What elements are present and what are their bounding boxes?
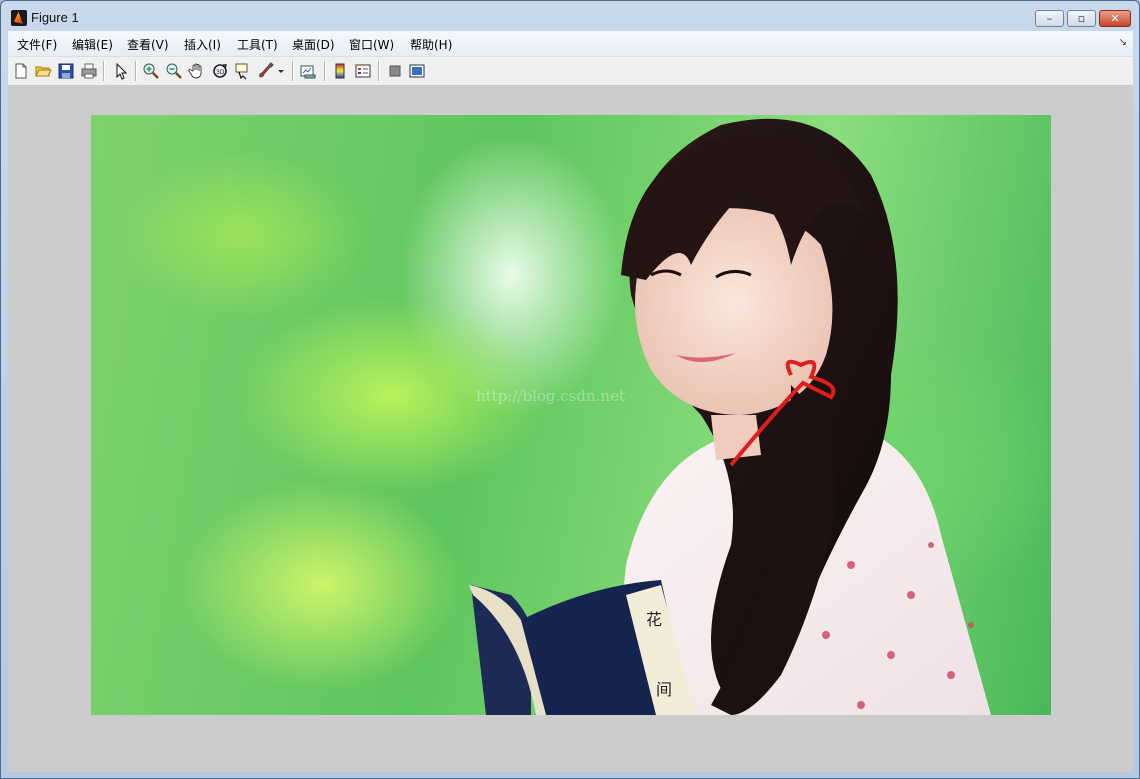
matlab-logo-icon	[11, 10, 27, 26]
toolbar-separator	[103, 61, 105, 81]
brush-dropdown-icon[interactable]	[276, 62, 286, 80]
menu-help[interactable]: 帮助(H)	[410, 36, 452, 53]
toolbar-separator	[135, 61, 137, 81]
client-area: 文件(F) 编辑(E) 查看(V) 插入(I) 工具(T) 桌面(D) 窗口(W…	[8, 31, 1133, 772]
open-file-icon[interactable]	[34, 62, 52, 80]
menu-view[interactable]: 查看(V)	[127, 36, 169, 53]
menu-file[interactable]: 文件(F)	[17, 36, 57, 53]
zoom-in-icon[interactable]	[142, 62, 160, 80]
toolbar-separator	[292, 61, 294, 81]
zoom-out-icon[interactable]	[165, 62, 183, 80]
maximize-button[interactable]: ▫	[1067, 10, 1096, 27]
new-figure-icon[interactable]	[12, 62, 30, 80]
legend-icon[interactable]	[354, 62, 372, 80]
menu-insert[interactable]: 插入(I)	[184, 36, 221, 53]
dock-arrow-icon[interactable]: ↘	[1119, 37, 1127, 48]
image-axes[interactable]: 花 间 http://blog.csdn.net	[91, 115, 1051, 715]
menu-tools[interactable]: 工具(T)	[237, 36, 278, 53]
rotate-3d-icon[interactable]: 3D	[211, 62, 229, 80]
print-icon[interactable]	[80, 62, 98, 80]
minimize-button[interactable]: –	[1035, 10, 1064, 27]
edit-plot-arrow-icon[interactable]	[112, 62, 130, 80]
window-title: Figure 1	[31, 10, 79, 25]
colorbar-icon[interactable]	[331, 62, 349, 80]
menu-bar: 文件(F) 编辑(E) 查看(V) 插入(I) 工具(T) 桌面(D) 窗口(W…	[8, 31, 1133, 57]
toolbar-separator	[378, 61, 380, 81]
menu-edit[interactable]: 编辑(E)	[72, 36, 113, 53]
title-bar[interactable]: Figure 1 – ▫ ✕	[1, 1, 1139, 31]
book-title-char-1: 花	[646, 610, 662, 629]
figure-canvas: 花 间 http://blog.csdn.net	[8, 86, 1133, 772]
figure-window: Figure 1 – ▫ ✕ 文件(F) 编辑(E) 查看(V) 插入(I) 工…	[0, 0, 1140, 779]
menu-desktop[interactable]: 桌面(D)	[292, 36, 335, 53]
menu-window[interactable]: 窗口(W)	[349, 36, 394, 53]
portrait-image: 花 间	[469, 118, 991, 715]
hide-plot-tools-icon[interactable]	[386, 62, 404, 80]
close-button[interactable]: ✕	[1099, 10, 1131, 27]
figure-toolbar: 3D	[8, 57, 1133, 86]
pan-hand-icon[interactable]	[188, 62, 206, 80]
book-title-char-2: 间	[656, 680, 672, 699]
watermark-text: http://blog.csdn.net	[476, 387, 625, 405]
toolbar-separator	[324, 61, 326, 81]
svg-text:3D: 3D	[216, 69, 225, 76]
save-icon[interactable]	[57, 62, 75, 80]
data-cursor-icon[interactable]	[234, 62, 252, 80]
brush-icon[interactable]	[257, 62, 275, 80]
link-plot-icon[interactable]	[299, 62, 317, 80]
show-plot-tools-icon[interactable]	[408, 62, 426, 80]
